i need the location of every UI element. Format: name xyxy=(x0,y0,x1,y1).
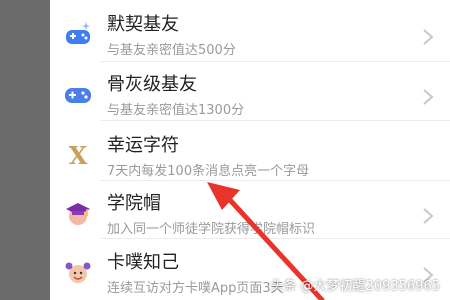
gamepad-icon xyxy=(65,88,91,103)
chevron-right-icon xyxy=(423,208,434,224)
letter-x-icon: X xyxy=(69,141,88,169)
list-item-default-buddy[interactable]: 默契基友 与基友亲密值达500分 xyxy=(50,2,450,58)
item-title: 学院帽 xyxy=(107,193,161,214)
svg-text:X: X xyxy=(69,141,88,169)
cheer-face-icon xyxy=(65,262,91,283)
achievement-list: 默契基友 与基友亲密值达500分 骨灰级基友 与基友亲密值达1300分 X 幸运… xyxy=(50,0,450,300)
divider xyxy=(100,238,450,239)
item-description: 加入同一个师徒学院获得学院帽标识 xyxy=(107,222,316,237)
list-item-academy-cap[interactable]: 学院帽 加入同一个师徒学院获得学院帽标识 xyxy=(50,181,450,237)
item-description: 7天内每发100条消息点亮一个字母 xyxy=(107,164,310,179)
chevron-right-icon xyxy=(423,29,434,45)
watermark: 头条 @大梦初醒209356965 xyxy=(270,279,440,294)
chevron-right-icon xyxy=(423,89,434,105)
item-title: 幸运字符 xyxy=(107,135,179,156)
item-title: 卡噗知己 xyxy=(107,252,179,273)
divider xyxy=(100,120,450,121)
item-title: 骨灰级基友 xyxy=(107,74,197,95)
item-description: 与基友亲密值达1300分 xyxy=(107,103,245,118)
item-description: 连续互访对方卡噗App页面3天 xyxy=(107,281,284,296)
item-title: 默契基友 xyxy=(107,14,179,35)
gamepad-sparkle-icon xyxy=(66,22,90,44)
list-item-lucky-character[interactable]: X 幸运字符 7天内每发100条消息点亮一个字母 xyxy=(50,123,450,179)
graduation-cap-icon xyxy=(66,203,90,225)
list-item-veteran-buddy[interactable]: 骨灰级基友 与基友亲密值达1300分 xyxy=(50,62,450,118)
item-description: 与基友亲密值达500分 xyxy=(107,43,236,58)
